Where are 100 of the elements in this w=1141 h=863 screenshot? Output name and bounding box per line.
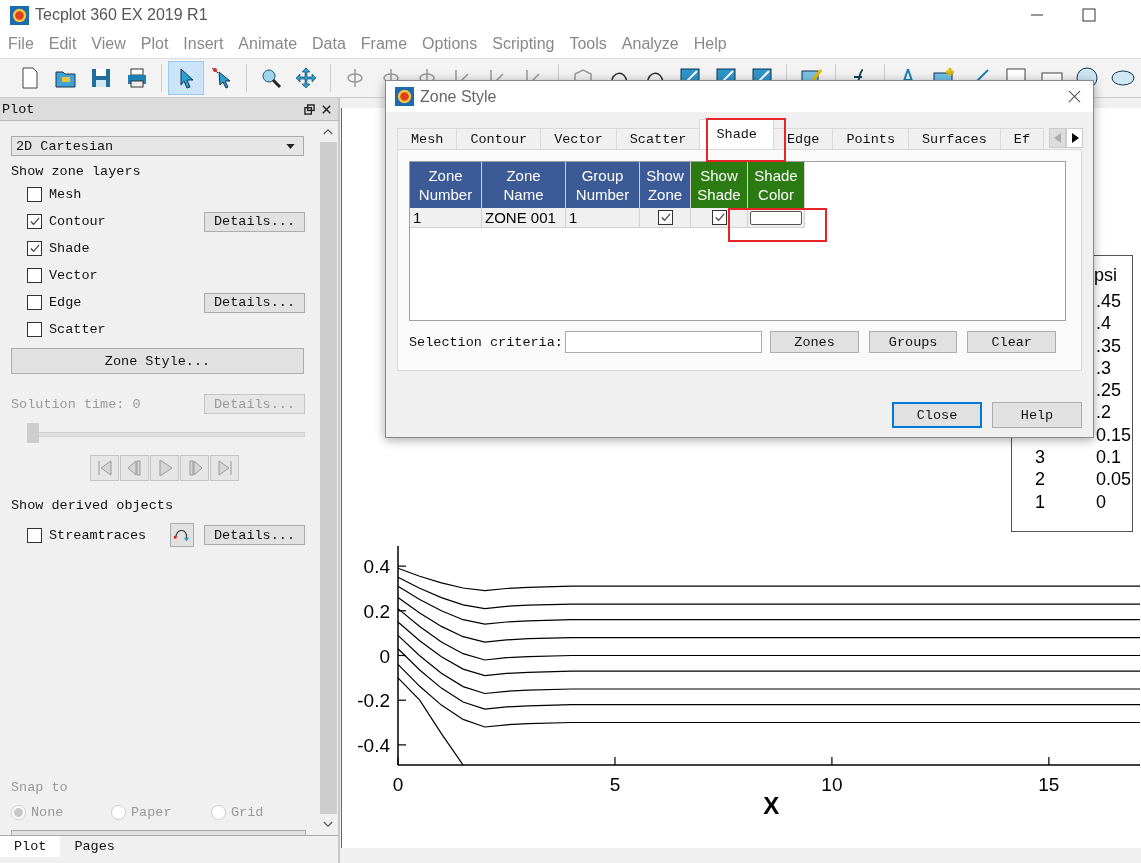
left-arrow-icon <box>1053 133 1062 143</box>
close-icon[interactable] <box>321 103 332 115</box>
scroll-down-icon[interactable] <box>323 821 333 828</box>
layer-label: Mesh <box>49 187 83 202</box>
section-heading: Show derived objects <box>11 498 175 515</box>
checkbox[interactable] <box>27 268 42 283</box>
menu-item[interactable]: Data <box>312 35 346 53</box>
tab[interactable]: Ef <box>999 128 1044 149</box>
selection-button[interactable]: Groups <box>868 331 958 353</box>
column-header[interactable]: Group Number <box>566 162 640 208</box>
app-logo-icon <box>395 87 414 106</box>
menu-item[interactable]: Animate <box>238 35 298 53</box>
table-cell: ZONE 001 <box>482 208 566 228</box>
legend-value: 0.15 <box>1096 424 1132 447</box>
layer-label: Vector <box>49 268 99 283</box>
legend-value: 0 <box>1096 491 1106 514</box>
menu-item[interactable]: Scripting <box>492 35 555 53</box>
legend-value: .2 <box>1096 402 1111 425</box>
dialog-button[interactable]: Help <box>992 402 1082 428</box>
legend-level: 2 <box>1035 469 1045 490</box>
maximize-icon[interactable] <box>1082 8 1096 22</box>
section-heading: Show zone layers <box>11 164 142 181</box>
menu-item[interactable]: Analyze <box>621 35 679 53</box>
app-logo-icon <box>10 5 29 25</box>
skip-to-start-button[interactable] <box>90 455 119 481</box>
axis-tick-label: 0 <box>392 774 404 795</box>
axis-tick-label: 0.2 <box>363 600 390 622</box>
plot-type-dropdown[interactable]: 2D Cartesian <box>11 136 304 156</box>
dialog-button[interactable]: Close <box>892 402 982 428</box>
scroll-up-icon[interactable] <box>323 128 333 135</box>
tab[interactable]: Mesh <box>397 128 458 149</box>
legend-value: .25 <box>1096 380 1122 403</box>
details-button[interactable]: Details... <box>204 292 305 313</box>
legend-value: .4 <box>1096 313 1111 336</box>
layer-label: Contour <box>49 214 107 229</box>
selection-field[interactable] <box>565 331 763 353</box>
column-header[interactable]: Shade Color <box>748 162 805 208</box>
menu-item[interactable]: Options <box>422 35 478 53</box>
menu-item[interactable]: Edit <box>48 35 77 53</box>
checkbox[interactable] <box>27 322 42 337</box>
menu-item[interactable]: Frame <box>360 35 408 53</box>
radio-label: Paper <box>131 804 172 820</box>
checkbox[interactable] <box>657 210 673 225</box>
legend-value: .45 <box>1096 291 1122 313</box>
menu-item[interactable]: Help <box>693 35 727 53</box>
time-slider[interactable] <box>27 423 305 443</box>
axis-tick-label: 0 <box>379 645 390 667</box>
color-swatch[interactable] <box>750 210 802 225</box>
checkbox[interactable] <box>27 214 42 229</box>
selection-button[interactable]: Clear <box>967 331 1056 353</box>
radio-label: None <box>31 804 64 820</box>
menu-item[interactable]: View <box>91 35 126 53</box>
menu-item[interactable]: File <box>8 35 34 53</box>
menu-item[interactable]: Insert <box>183 35 224 53</box>
close-icon[interactable] <box>1068 90 1081 103</box>
details-button[interactable]: Details... <box>204 211 305 232</box>
table-cell: 1 <box>410 208 482 228</box>
legend-value: .35 <box>1096 335 1122 358</box>
axis-tick-label: 15 <box>1038 774 1060 795</box>
layer-label: Shade <box>49 241 91 256</box>
menu-item[interactable]: Plot <box>140 35 169 53</box>
table-cell: 1 <box>566 208 640 228</box>
column-header[interactable]: Zone Name <box>482 162 566 208</box>
legend-level: 1 <box>1035 491 1045 512</box>
selection-button[interactable]: Zones <box>770 331 859 353</box>
scroll-right-button[interactable] <box>1066 128 1083 148</box>
radio-label: Grid <box>231 804 264 820</box>
legend-level: 3 <box>1035 447 1045 468</box>
axis-title: X <box>763 792 780 819</box>
caret-icon <box>286 143 295 149</box>
selection-label: Selection criteria: <box>409 334 564 350</box>
legend-value: 0.05 <box>1096 469 1132 492</box>
window-title: Tecplot 360 EX 2019 R1 <box>35 6 208 24</box>
float-window-icon[interactable] <box>304 103 315 115</box>
column-header[interactable]: Show Shade <box>691 162 748 208</box>
panel-tab[interactable]: Pages <box>60 836 129 857</box>
checkbox[interactable] <box>27 187 42 202</box>
menu-item[interactable]: Tools <box>569 35 607 53</box>
details-button[interactable]: Details... <box>204 525 305 545</box>
checkbox[interactable] <box>27 527 42 543</box>
panel-tab[interactable]: Plot <box>0 836 61 857</box>
legend-value: 0.1 <box>1096 447 1122 470</box>
checkbox[interactable] <box>27 295 42 310</box>
move-arrows-icon[interactable] <box>294 66 319 90</box>
axis-tick-label: 0.4 <box>363 556 390 578</box>
streamtrace-tool-button[interactable] <box>170 523 194 547</box>
zone-style-button[interactable]: Zone Style... <box>11 348 304 374</box>
tab[interactable]: Shade <box>699 119 774 149</box>
tab[interactable]: Edge <box>772 128 834 149</box>
column-header[interactable]: Zone Number <box>410 162 482 208</box>
legend-title: psi <box>1093 265 1118 287</box>
column-header[interactable]: Show Zone <box>640 162 691 208</box>
right-arrow-icon <box>1070 133 1079 143</box>
layer-label: Scatter <box>49 322 107 337</box>
legend-value: .3 <box>1096 357 1111 380</box>
axis-tick-label: -0.4 <box>357 734 390 756</box>
checkbox[interactable] <box>711 210 727 225</box>
checkbox[interactable] <box>27 241 42 256</box>
layer-label: Streamtraces <box>49 527 148 543</box>
layer-label: Edge <box>49 295 83 310</box>
